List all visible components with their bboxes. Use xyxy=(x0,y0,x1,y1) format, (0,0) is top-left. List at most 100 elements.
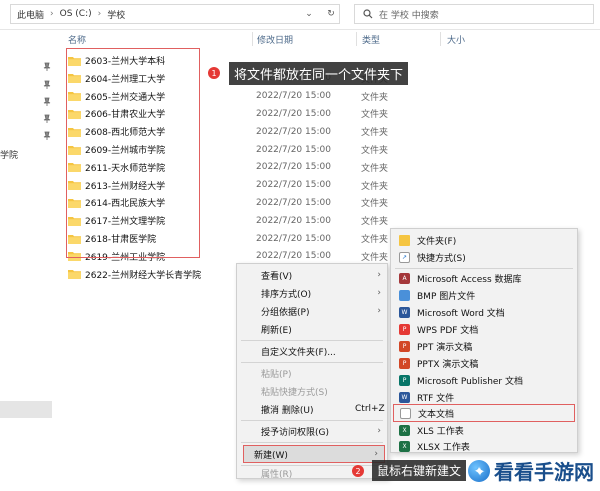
menu-item-paste-shortcut[interactable]: 粘贴快捷方式(S) xyxy=(237,382,387,400)
text-file-icon xyxy=(400,407,411,419)
file-date: 2022/7/20 15:00 xyxy=(256,126,331,137)
menu-label: 授予访问权限(G) xyxy=(261,427,329,438)
menu-separator xyxy=(395,268,573,269)
file-name: 2622-兰州财经大学长青学院 xyxy=(85,270,202,281)
shortcut-icon: ↗ xyxy=(399,252,410,263)
submenu-item-pptx[interactable]: P PPTX 演示文稿 xyxy=(391,355,577,372)
access-icon: A xyxy=(399,273,410,284)
column-header-size[interactable]: 大小 xyxy=(447,33,465,46)
submenu-item-text-document[interactable]: 文本文档 xyxy=(393,404,575,422)
nav-item[interactable]: 学院 xyxy=(0,148,18,161)
menu-item-view[interactable]: 查看(V) › xyxy=(237,266,387,284)
file-type: 文件夹 xyxy=(361,235,389,245)
submenu-item-xlsx[interactable]: X XLSX 工作表 xyxy=(391,438,577,455)
submenu-item-ppt[interactable]: P PPT 演示文稿 xyxy=(391,338,577,355)
callout-step-2: 鼠标右键新建文 xyxy=(372,460,467,481)
file-date: 2022/7/20 15:00 xyxy=(256,108,331,119)
image-icon xyxy=(399,290,410,301)
submenu-label: XLSX 工作表 xyxy=(417,443,470,453)
submenu-item-access[interactable]: A Microsoft Access 数据库 xyxy=(391,270,577,287)
breadcrumb-separator-icon: › xyxy=(97,9,102,19)
file-date: 2022/7/20 15:00 xyxy=(256,233,331,244)
file-type: 文件夹 xyxy=(361,110,389,121)
step-badge-1: 1 xyxy=(208,67,220,79)
menu-shortcut: Ctrl+Z xyxy=(355,404,385,414)
address-part-pc[interactable]: 此电脑 xyxy=(17,8,44,21)
new-submenu: 文件夹(F) ↗ 快捷方式(S) A Microsoft Access 数据库 … xyxy=(390,228,578,453)
submenu-item-shortcut[interactable]: ↗ 快捷方式(S) xyxy=(391,249,577,266)
submenu-item-word[interactable]: W Microsoft Word 文档 xyxy=(391,304,577,321)
chevron-right-icon: › xyxy=(377,270,381,280)
submenu-item-publisher[interactable]: P Microsoft Publisher 文档 xyxy=(391,372,577,389)
submenu-label: PPTX 演示文稿 xyxy=(417,360,479,370)
column-divider[interactable] xyxy=(356,32,357,46)
pin-icon[interactable] xyxy=(42,80,52,90)
menu-label: 粘贴快捷方式(S) xyxy=(261,387,328,398)
menu-item-group[interactable]: 分组依据(P) › xyxy=(237,302,387,320)
column-divider[interactable] xyxy=(440,32,441,46)
menu-separator xyxy=(241,420,383,421)
pdf-icon: P xyxy=(399,324,410,335)
column-header-type[interactable]: 类型 xyxy=(362,33,380,46)
pin-icon[interactable] xyxy=(42,62,52,72)
submenu-label: Microsoft Access 数据库 xyxy=(417,275,522,285)
file-type: 文件夹 xyxy=(361,181,389,192)
submenu-label: 文件夹(F) xyxy=(417,237,457,247)
breadcrumb-separator-icon: › xyxy=(50,9,54,19)
file-date: 2022/7/20 15:00 xyxy=(256,251,331,262)
address-part-folder[interactable]: 学校 xyxy=(107,8,125,21)
watermark: ✦ 看看手游网 xyxy=(468,456,594,485)
file-date: 2022/7/20 15:00 xyxy=(256,162,331,173)
column-header-date[interactable]: 修改日期 xyxy=(257,33,293,46)
menu-item-properties[interactable]: 属性(R) xyxy=(237,459,387,480)
submenu-label: RTF 文件 xyxy=(417,394,455,404)
submenu-label: WPS PDF 文档 xyxy=(417,326,479,336)
menu-separator xyxy=(241,362,383,363)
menu-item-paste[interactable]: 粘贴(P) xyxy=(237,364,387,382)
submenu-item-bmp[interactable]: BMP 图片文件 xyxy=(391,287,577,304)
address-part-drive[interactable]: OS (C:) xyxy=(60,9,92,19)
file-type: 文件夹 xyxy=(361,163,389,174)
menu-item-sort[interactable]: 排序方式(O) › xyxy=(237,284,387,302)
address-bar[interactable]: 此电脑 › OS (C:) › 学校 xyxy=(10,4,340,24)
watermark-text: 看看手游网 xyxy=(494,460,594,484)
pin-icon[interactable] xyxy=(42,97,52,107)
search-input[interactable]: 在 学校 中搜索 xyxy=(354,4,594,24)
chevron-right-icon: › xyxy=(377,288,381,298)
submenu-label: Microsoft Publisher 文档 xyxy=(417,377,523,387)
submenu-item-folder[interactable]: 文件夹(F) xyxy=(391,232,577,249)
submenu-label: 文本文档 xyxy=(418,409,455,420)
menu-item-grant-access[interactable]: 授予访问权限(G) › xyxy=(237,422,387,440)
menu-label: 自定义文件夹(F)... xyxy=(261,347,336,358)
column-header-name[interactable]: 名称 xyxy=(68,33,86,46)
file-type: 文件夹 xyxy=(361,217,389,228)
pin-icon[interactable] xyxy=(42,114,52,124)
file-type: 文件夹 xyxy=(361,92,389,103)
nav-selected-item[interactable] xyxy=(0,401,52,418)
menu-item-undo-delete[interactable]: 撤消 删除(U) Ctrl+Z xyxy=(237,400,387,418)
pin-icon[interactable] xyxy=(42,131,52,141)
submenu-item-wps-pdf[interactable]: P WPS PDF 文档 xyxy=(391,321,577,338)
folder-icon xyxy=(399,235,410,246)
submenu-label: Microsoft Word 文档 xyxy=(417,309,505,319)
ppt-icon: P xyxy=(399,341,410,352)
chevron-down-icon[interactable]: ⌄ xyxy=(300,4,318,24)
callout-step-1: 将文件都放在同一个文件夹下 xyxy=(229,62,409,85)
search-placeholder: 在 学校 中搜索 xyxy=(379,10,439,21)
menu-item-customize-folder[interactable]: 自定义文件夹(F)... xyxy=(237,342,387,360)
chevron-right-icon: › xyxy=(377,426,381,436)
menu-label: 属性(R) xyxy=(261,470,293,480)
publisher-icon: P xyxy=(399,375,410,386)
chevron-right-icon: › xyxy=(377,306,381,316)
menu-item-refresh[interactable]: 刷新(E) xyxy=(237,320,387,338)
file-type: 文件夹 xyxy=(361,252,389,263)
column-divider[interactable] xyxy=(252,32,253,46)
refresh-icon[interactable]: ↻ xyxy=(322,4,340,24)
menu-separator xyxy=(241,442,383,443)
submenu-item-xls[interactable]: X XLS 工作表 xyxy=(391,422,577,439)
file-date: 2022/7/20 15:00 xyxy=(256,215,331,226)
menu-label: 撤消 删除(U) xyxy=(261,405,314,416)
file-date: 2022/7/20 15:00 xyxy=(256,197,331,208)
rtf-icon: W xyxy=(399,392,410,403)
submenu-label: XLS 工作表 xyxy=(417,427,464,437)
